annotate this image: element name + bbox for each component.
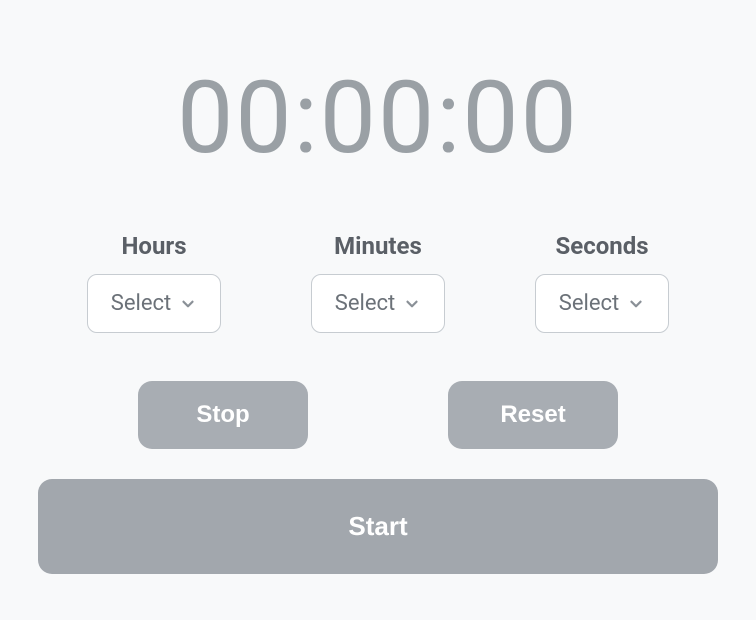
control-buttons-row: Stop Reset	[138, 381, 618, 449]
stop-button[interactable]: Stop	[138, 381, 308, 449]
hours-label: Hours	[121, 232, 186, 260]
chevron-down-icon	[179, 295, 197, 313]
hours-select-value: Select	[111, 291, 171, 316]
seconds-select[interactable]: Select	[535, 274, 669, 333]
chevron-down-icon	[627, 295, 645, 313]
hours-selector-group: Hours Select	[87, 232, 221, 333]
time-selectors: Hours Select Minutes Select Seconds Sele…	[87, 232, 669, 333]
seconds-select-value: Select	[559, 291, 619, 316]
seconds-label: Seconds	[555, 232, 648, 260]
chevron-down-icon	[403, 295, 421, 313]
start-button[interactable]: Start	[38, 479, 718, 574]
seconds-selector-group: Seconds Select	[535, 232, 669, 333]
minutes-select-value: Select	[335, 291, 395, 316]
minutes-selector-group: Minutes Select	[311, 232, 445, 333]
timer-display: 00:00:00	[177, 60, 579, 177]
minutes-label: Minutes	[334, 232, 422, 260]
minutes-select[interactable]: Select	[311, 274, 445, 333]
reset-button[interactable]: Reset	[448, 381, 618, 449]
hours-select[interactable]: Select	[87, 274, 221, 333]
